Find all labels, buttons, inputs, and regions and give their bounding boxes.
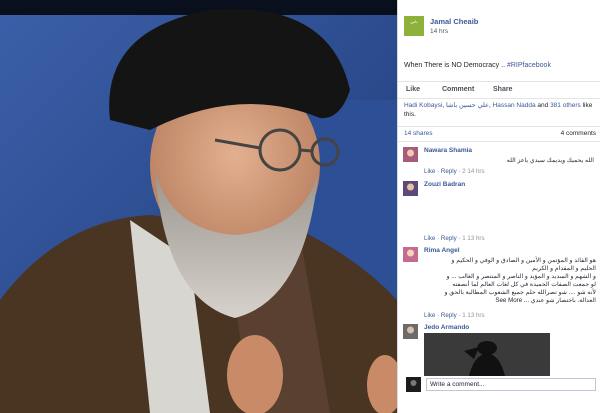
comment-time[interactable]: 13 hrs — [467, 312, 484, 319]
commenter-avatar[interactable] — [403, 324, 418, 339]
comment-line: هو القائد و المؤتمن و الأمين و الصادق و … — [451, 257, 596, 264]
comment-line: و الشهم و السديد و المؤيد و الناصر و الم… — [446, 273, 596, 280]
comment-text: الله يحميك ويديمك سيدي ياعز الله — [506, 157, 594, 164]
comment-line: الحليم و المقدام و الكريم — [532, 265, 596, 272]
engagement-counts: 14 shares 4 comments — [398, 126, 600, 142]
author-avatar[interactable]: ناس — [404, 16, 424, 36]
commenter-name[interactable]: Rima Angel — [424, 247, 460, 254]
comment-time[interactable]: 13 hrs — [467, 235, 484, 242]
reply-box: Write a comment... — [406, 377, 598, 393]
liker-link[interactable]: علي حسين باشا — [446, 102, 489, 109]
comment-like-count: 1 — [462, 235, 466, 242]
salute-silhouette-image — [424, 333, 550, 376]
post-photo[interactable] — [0, 0, 397, 413]
comment-reply-link[interactable]: Reply — [441, 312, 457, 319]
comment-line: لأنه شو .... شو نصرالله حلم جميع الشعوب … — [444, 289, 596, 296]
commenter-avatar[interactable] — [403, 181, 418, 196]
comment-reply-link[interactable]: Reply — [441, 235, 457, 242]
comment-meta: Like · Reply · 2 14 hrs — [424, 168, 485, 175]
share-button[interactable]: Share — [493, 86, 512, 93]
comment-reply-link[interactable]: Reply — [441, 168, 457, 175]
comment-line: لو جمعت الصفات الحميدة في كل لغات العالم… — [452, 281, 596, 288]
post-actions: Like Comment Share — [398, 81, 600, 99]
post-header: ناس Jamal Cheaib 14 hrs — [404, 16, 594, 48]
commenter-avatar[interactable] — [403, 147, 418, 162]
likes-summary: Hadi Kobaysi, علي حسين باشا, Hassan Nadd… — [404, 102, 593, 118]
avatar-logo-text: ناس — [410, 19, 418, 24]
commenter-name[interactable]: Zouzi Badran — [424, 181, 465, 188]
author-name[interactable]: Jamal Cheaib — [430, 17, 478, 26]
likes-others-link[interactable]: 381 others — [550, 102, 581, 109]
comment-like-link[interactable]: Like — [424, 168, 435, 175]
liker-link[interactable]: Hassan Nadda — [493, 102, 536, 109]
comment-like-link[interactable]: Like — [424, 235, 435, 242]
comment-input[interactable]: Write a comment... — [426, 378, 596, 391]
comments-count[interactable]: 4 comments — [561, 130, 596, 137]
comment-meta: Like · Reply · 1 13 hrs — [424, 312, 485, 319]
comment-like-count: 2 — [462, 168, 466, 175]
comment-like-count: 1 — [462, 312, 466, 319]
likes-and-word: and — [537, 102, 549, 109]
portrait-image — [0, 0, 397, 413]
current-user-avatar — [406, 377, 421, 392]
comment-meta: Like · Reply · 1 13 hrs — [424, 235, 485, 242]
comment-like-link[interactable]: Like — [424, 312, 435, 319]
post-time[interactable]: 14 hrs — [430, 28, 448, 35]
like-button[interactable]: Like — [406, 86, 420, 93]
post-text-prefix: When There is NO Democracy .. — [404, 62, 506, 69]
shares-count[interactable]: 14 shares — [404, 130, 433, 137]
comment-attached-image[interactable] — [424, 333, 550, 376]
post-text: When There is NO Democracy .. #RIPfacebo… — [404, 62, 551, 69]
comment-button[interactable]: Comment — [442, 86, 474, 93]
hashtag-link[interactable]: #RIPfacebook — [507, 62, 551, 69]
liker-link[interactable]: Hadi Kobaysi — [404, 102, 442, 109]
comment-line[interactable]: العدالة. باختصار شو عندي ... See More — [402, 297, 596, 305]
commenter-name[interactable]: Nawara Shamia — [424, 147, 472, 154]
comment-text: هو القائد و المؤتمن و الأمين و الصادق و … — [402, 257, 596, 305]
commenter-name[interactable]: Jedo Armando — [424, 324, 469, 331]
comment-time[interactable]: 14 hrs — [467, 168, 484, 175]
